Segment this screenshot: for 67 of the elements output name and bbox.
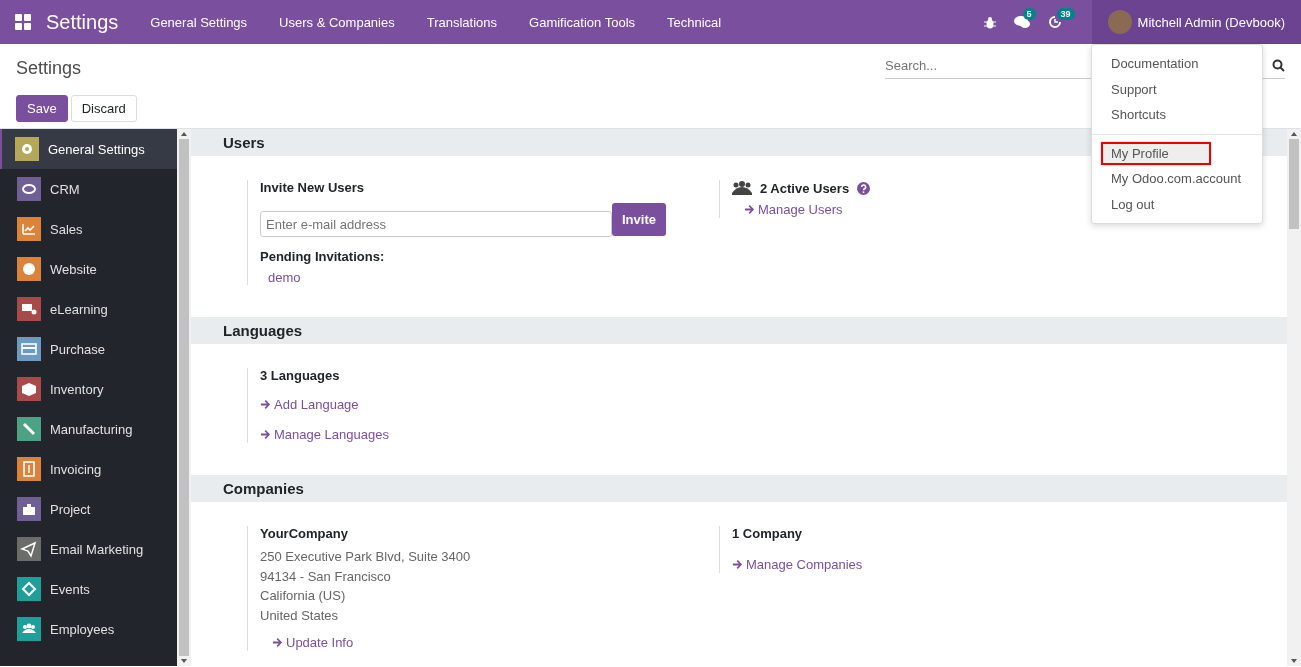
user-menu-button[interactable]: Mitchell Admin (Devbook) [1091, 0, 1301, 44]
chat-icon[interactable] [1013, 15, 1030, 29]
invite-button[interactable]: Invite [612, 203, 666, 236]
active-users-count: 2 Active Users [760, 180, 850, 196]
sidebar-item[interactable]: General Settings [0, 129, 177, 169]
manage-companies-link[interactable]: Manage Companies [732, 557, 863, 572]
avatar-icon [1107, 10, 1132, 34]
company-name: YourCompany [260, 526, 349, 541]
discard-button[interactable]: Discard [70, 95, 137, 122]
app-title: Settings [46, 10, 119, 34]
arrow-right-icon [732, 559, 743, 570]
invitation-link[interactable]: demo [268, 270, 301, 285]
arrow-right-icon [260, 429, 271, 440]
address-line: United States [260, 606, 340, 625]
help-icon[interactable] [857, 181, 871, 195]
sidebar-item[interactable]: Inventory [0, 369, 177, 409]
address-line: 250 Executive Park Blvd, Suite 3400 [260, 548, 472, 566]
dropdown-item[interactable]: Support [1092, 76, 1262, 102]
sidebar-item[interactable]: CRM [0, 169, 177, 209]
companies-count: 1 Company [732, 526, 804, 541]
save-button[interactable]: Save [16, 95, 68, 122]
scrollbar-thumb[interactable] [179, 139, 189, 656]
dropdown-item[interactable]: My Profile [1100, 140, 1212, 166]
users-icon [732, 180, 752, 196]
section-header: Languages [191, 317, 1287, 344]
apps-grid-icon[interactable] [14, 13, 32, 31]
message-count-badge: 5 [1022, 8, 1036, 20]
clock-icon[interactable] [1047, 15, 1062, 29]
menu-item[interactable]: Users & Companies [263, 14, 411, 30]
scrollbar[interactable] [177, 129, 191, 666]
sidebar-item[interactable]: Website [0, 249, 177, 289]
dropdown-item[interactable]: My Odoo.com.account [1092, 166, 1262, 192]
sidebar-item[interactable]: Events [0, 569, 177, 609]
sidebar-item[interactable]: Email Marketing [0, 529, 177, 569]
search-icon[interactable] [1272, 58, 1285, 72]
menu-item[interactable]: Gamification Tools [513, 14, 652, 30]
sidebar-item[interactable]: Invoicing [0, 449, 177, 489]
arrow-right-icon [260, 399, 271, 410]
dropdown-item[interactable]: Shortcuts [1092, 102, 1262, 128]
page-title: Settings [16, 58, 83, 79]
bug-icon[interactable] [983, 15, 996, 29]
sidebar-item[interactable]: Sales [0, 209, 177, 249]
languages-count: 3 Languages [260, 368, 341, 383]
sidebar-item[interactable]: Purchase [0, 329, 177, 369]
address-line: California (US) [260, 587, 347, 605]
menu-item[interactable]: General Settings [134, 14, 264, 30]
field-label: Pending Invitations: [260, 249, 386, 264]
menu-item[interactable]: Technical [651, 14, 738, 30]
section-header: Companies [191, 475, 1287, 502]
manage-users-link[interactable]: Manage Users [744, 202, 843, 217]
sidebar-item[interactable]: Project [0, 489, 177, 529]
field-label: Invite New Users [260, 180, 366, 195]
activity-count-badge: 39 [1056, 8, 1075, 20]
menu-item[interactable]: Translations [410, 14, 514, 30]
sidebar-item[interactable]: Manufacturing [0, 409, 177, 449]
scrollbar[interactable] [1287, 129, 1301, 666]
language-link[interactable]: Add Language [260, 397, 359, 412]
scrollbar-thumb[interactable] [1289, 139, 1299, 229]
sidebar-item[interactable]: Employees [0, 609, 177, 649]
language-link[interactable]: Manage Languages [260, 427, 389, 442]
sidebar-item[interactable]: eLearning [0, 289, 177, 329]
address-line: 94134 - San Francisco [260, 567, 392, 586]
update-info-link[interactable]: Update Info [272, 635, 354, 650]
dropdown-item[interactable]: Log out [1092, 191, 1262, 217]
email-field[interactable]: Enter e-mail address [260, 211, 612, 237]
arrow-right-icon [744, 204, 755, 215]
arrow-right-icon [272, 637, 283, 648]
